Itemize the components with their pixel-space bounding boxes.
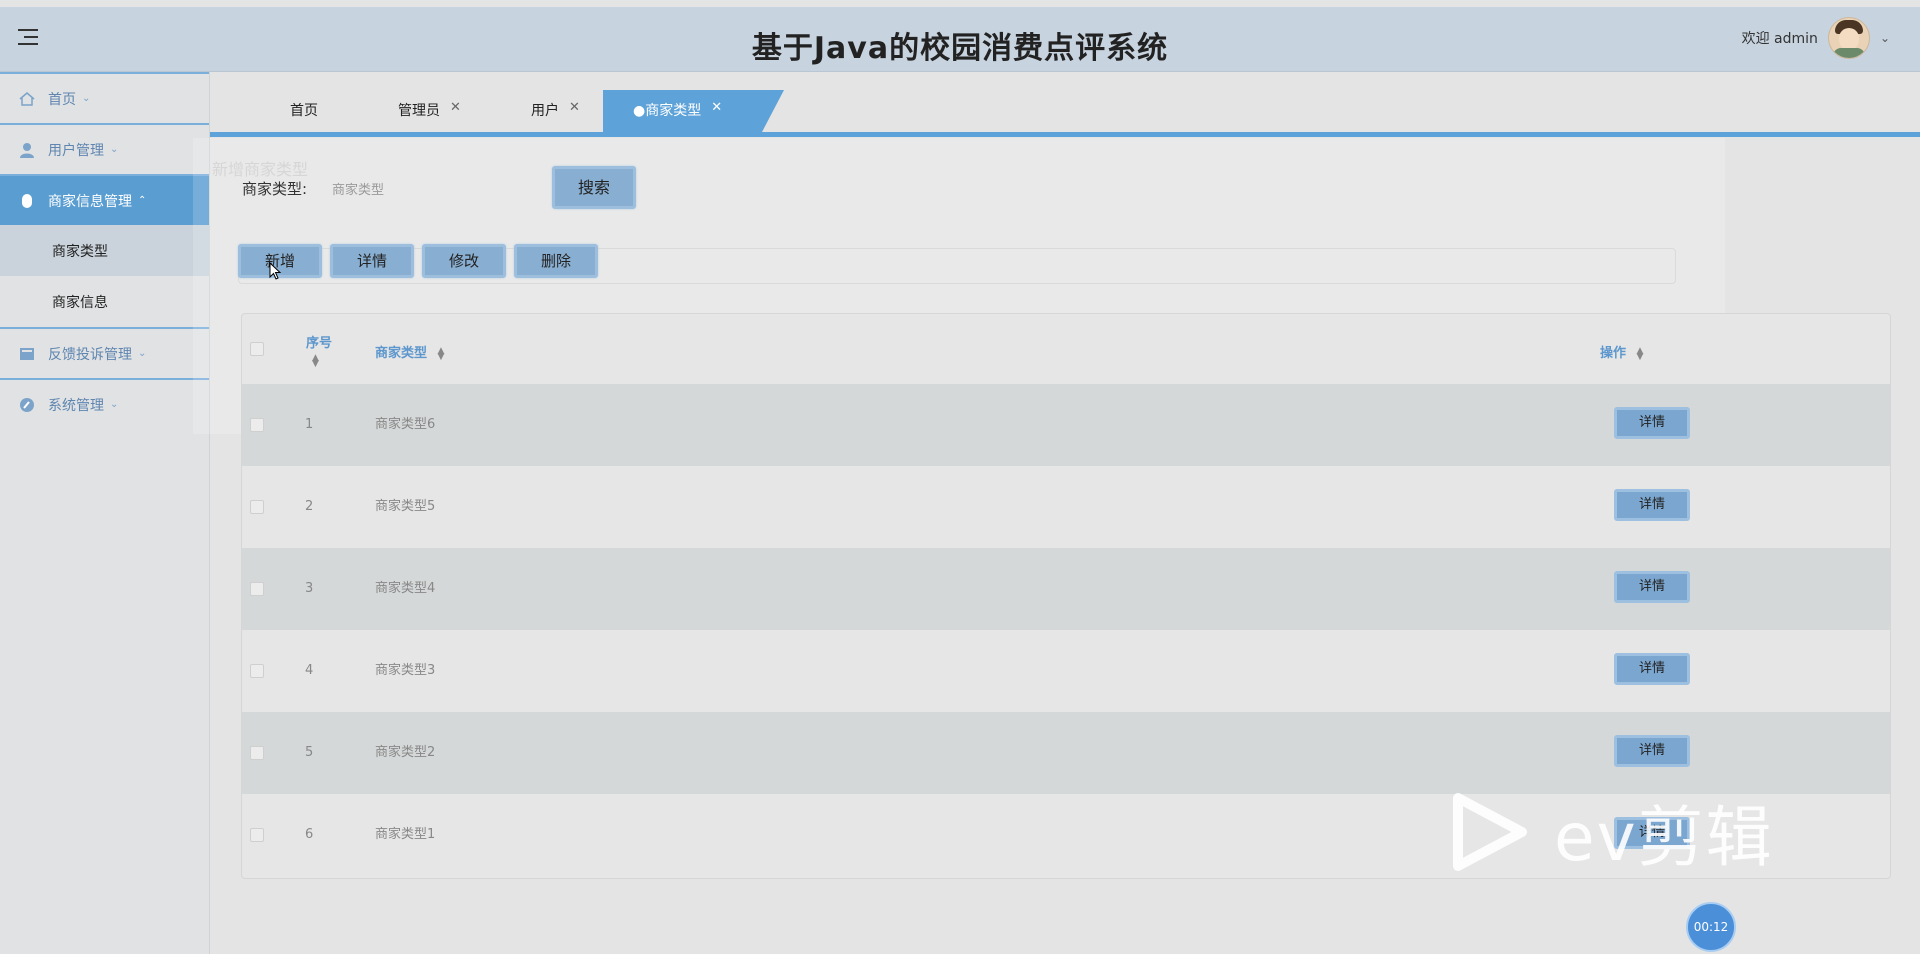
sidebar-item-label: 用户管理 (48, 142, 104, 159)
row-detail-button[interactable]: 详情 (1614, 571, 1690, 603)
row-detail-button[interactable]: 详情 (1614, 817, 1690, 849)
sidebar-item-system[interactable]: 系统管理 ⌄ (0, 378, 209, 429)
sidebar-item-label: 商家信息管理 (48, 193, 132, 210)
column-label: 商家类型 (375, 346, 428, 361)
sidebar-item-home[interactable]: 首页 ⌄ (0, 72, 209, 123)
column-label: 操作 (1600, 346, 1627, 361)
search-button[interactable]: 搜索 (552, 166, 636, 209)
sidebar-item-feedback[interactable]: 反馈投诉管理 ⌄ (0, 327, 209, 378)
row-index: 4 (305, 663, 314, 678)
chevron-down-icon: ⌄ (110, 399, 119, 410)
sidebar-subitem-merchant-info[interactable]: 商家信息 (0, 276, 209, 327)
table-row: 1 商家类型6 详情 (242, 384, 1890, 466)
tab-merchant-type[interactable]: ●商家类型 ✕ (603, 90, 785, 132)
close-icon[interactable]: ✕ (711, 100, 722, 115)
sort-icon[interactable]: ▲ ▼ (438, 346, 445, 361)
tab-label: 用户 (531, 103, 559, 119)
row-index: 1 (305, 417, 314, 432)
tab-bar: 首页 管理员 ✕ 用户 ✕ ●商家类型 ✕ (210, 90, 1920, 132)
row-checkbox[interactable] (250, 418, 264, 432)
sidebar: 首页 ⌄ 用户管理 ⌄ 商家信息管理 ⌃ 商家类型 商家信息 反馈投诉管理 ⌄ … (0, 72, 210, 954)
data-table: 序号 ▲ ▼ 商家类型 ▲ ▼ 操作 ▲ ▼ 1 商家类型6 详情 2 商家类型5 详… (241, 313, 1891, 879)
row-type: 商家类型4 (375, 581, 436, 596)
sidebar-item-merchant[interactable]: 商家信息管理 ⌃ (0, 174, 209, 225)
feedback-icon (20, 347, 34, 360)
table-row: 6 商家类型1 详情 (242, 794, 1890, 876)
row-type: 商家类型1 (375, 827, 436, 842)
table-body: 1 商家类型6 详情 2 商家类型5 详情 3 商家类型4 详情 4 商家类型3… (242, 384, 1890, 876)
row-index: 3 (305, 581, 314, 596)
row-type: 商家类型5 (375, 499, 436, 514)
search-label: 商家类型: (242, 180, 308, 198)
row-type: 商家类型2 (375, 745, 436, 760)
row-checkbox[interactable] (250, 664, 264, 678)
user-menu[interactable]: 欢迎 admin ⌄ (1742, 17, 1890, 59)
table-row: 2 商家类型5 详情 (242, 466, 1890, 548)
settings-icon (20, 397, 34, 412)
sort-icon[interactable]: ▲ ▼ (1637, 346, 1644, 361)
edit-button[interactable]: 修改 (422, 244, 506, 278)
tab-home[interactable]: 首页 (290, 90, 318, 132)
sidebar-item-label: 系统管理 (48, 397, 104, 414)
chevron-down-icon: ⌄ (82, 93, 91, 104)
close-icon[interactable]: ✕ (569, 100, 580, 115)
store-icon (22, 193, 32, 208)
delete-button[interactable]: 删除 (514, 244, 598, 278)
row-detail-button[interactable]: 详情 (1614, 489, 1690, 521)
dialog-ghost-title: 新增商家类型 (212, 160, 309, 179)
detail-button[interactable]: 详情 (330, 244, 414, 278)
app-title: 基于Java的校园消费点评系统 (751, 31, 1169, 66)
column-header-index[interactable]: 序号 ▲ ▼ (306, 332, 333, 369)
welcome-text: 欢迎 admin (1741, 31, 1818, 47)
row-detail-button[interactable]: 详情 (1614, 407, 1690, 439)
tab-user[interactable]: 用户 ✕ (531, 90, 580, 132)
row-type: 商家类型3 (375, 663, 436, 678)
row-index: 6 (305, 827, 314, 842)
home-icon (19, 91, 35, 106)
tab-label: 管理员 (398, 103, 440, 119)
row-checkbox[interactable] (250, 500, 264, 514)
sidebar-item-label: 首页 (48, 91, 76, 108)
row-type: 商家类型6 (375, 417, 436, 432)
row-detail-button[interactable]: 详情 (1614, 653, 1690, 685)
row-index: 2 (305, 499, 314, 514)
tab-label: ●商家类型 (633, 103, 702, 119)
table-header: 序号 ▲ ▼ 商家类型 ▲ ▼ 操作 ▲ ▼ (242, 314, 1890, 384)
sort-icon[interactable]: ▲ ▼ (312, 354, 332, 369)
row-detail-button[interactable]: 详情 (1614, 735, 1690, 767)
select-all-checkbox[interactable] (250, 342, 264, 356)
table-row: 4 商家类型3 详情 (242, 630, 1890, 712)
chevron-down-icon[interactable]: ⌄ (1880, 31, 1890, 45)
tab-underline (210, 132, 1920, 137)
sidebar-item-users[interactable]: 用户管理 ⌄ (0, 123, 209, 174)
chevron-up-icon: ⌃ (138, 195, 147, 206)
tab-admin[interactable]: 管理员 ✕ (398, 90, 461, 132)
recording-timer: 00:12 (1686, 902, 1736, 952)
sidebar-item-label: 反馈投诉管理 (48, 346, 132, 363)
column-header-type[interactable]: 商家类型 ▲ ▼ (375, 342, 444, 361)
mouse-cursor-icon (269, 262, 282, 280)
tab-label: 首页 (290, 103, 318, 119)
column-label: 序号 (306, 336, 333, 351)
user-icon (20, 142, 34, 158)
chevron-down-icon: ⌄ (138, 348, 147, 359)
table-row: 3 商家类型4 详情 (242, 548, 1890, 630)
row-checkbox[interactable] (250, 582, 264, 596)
avatar[interactable] (1827, 17, 1870, 59)
row-checkbox[interactable] (250, 746, 264, 760)
close-icon[interactable]: ✕ (450, 100, 461, 115)
column-header-action[interactable]: 操作 ▲ ▼ (1600, 342, 1643, 361)
row-index: 5 (305, 745, 314, 760)
chevron-down-icon: ⌄ (110, 144, 119, 155)
row-checkbox[interactable] (250, 828, 264, 842)
top-header: 基于Java的校园消费点评系统 欢迎 admin ⌄ (0, 7, 1920, 72)
search-input[interactable] (330, 172, 534, 208)
sidebar-subitem-merchant-type[interactable]: 商家类型 (0, 225, 209, 276)
table-row: 5 商家类型2 详情 (242, 712, 1890, 794)
